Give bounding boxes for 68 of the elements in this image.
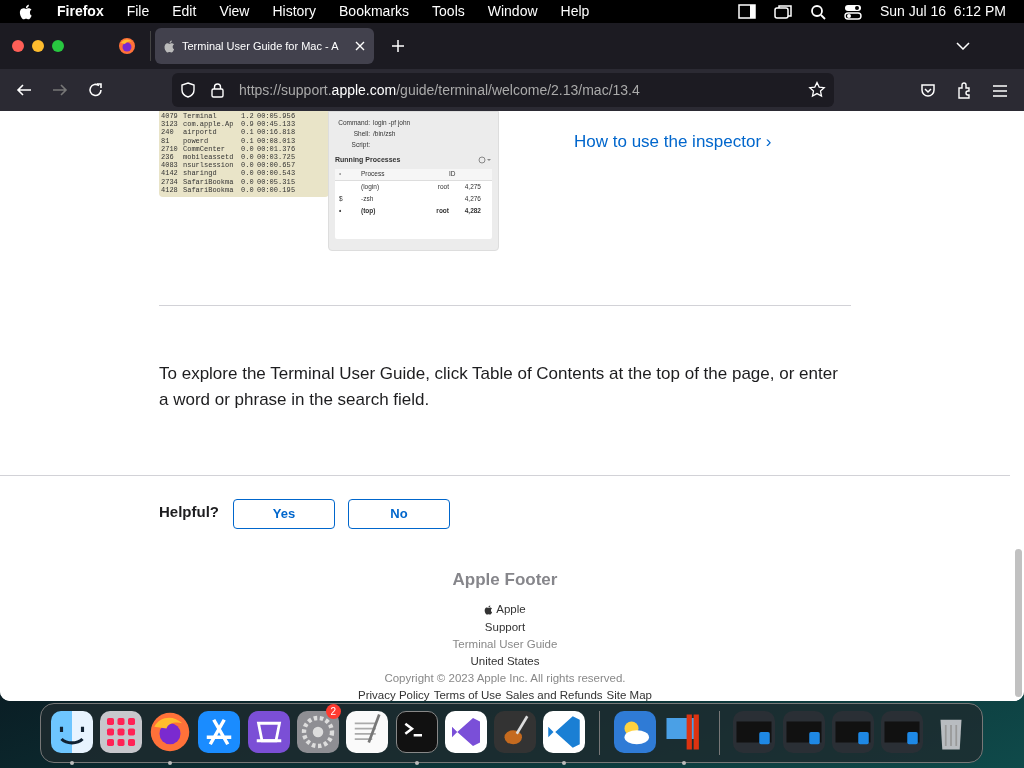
control-center-icon[interactable]: [843, 3, 862, 20]
notepad-icon[interactable]: [346, 711, 389, 753]
body-paragraph: To explore the Terminal User Guide, click Table of Contents at the top of the page, or enter a word or phrase in the search field.: [159, 363, 839, 411]
shield-icon[interactable]: [180, 82, 196, 98]
menu-clock: Sun Jul 16 6:12 PM: [879, 2, 1006, 21]
app-store-icon[interactable]: [198, 711, 241, 753]
close-window-button[interactable]: [12, 40, 24, 52]
scrollbar-thumb[interactable]: [1015, 549, 1022, 697]
breadcrumb-link[interactable]: Support: [484, 618, 526, 636]
menu-item[interactable]: Bookmarks: [339, 1, 410, 22]
apple-menu-icon[interactable]: [18, 3, 34, 20]
window-thumbnail[interactable]: [733, 711, 776, 753]
menu-item[interactable]: Window: [487, 1, 538, 22]
list-tabs-icon[interactable]: [956, 42, 970, 50]
search-icon[interactable]: [809, 3, 826, 20]
firefox-icon[interactable]: [149, 711, 192, 753]
minimize-window-button[interactable]: [32, 40, 44, 52]
apple-favicon-icon: [163, 39, 176, 53]
bookmark-star-icon[interactable]: [808, 81, 826, 99]
breadcrumb-link[interactable]: Apple: [484, 601, 526, 619]
menu-item[interactable]: Help: [560, 1, 590, 22]
browser-tab[interactable]: Terminal User Guide for Mac - A: [155, 28, 374, 64]
pocket-icon[interactable]: [920, 82, 936, 98]
tray-icon[interactable]: [247, 711, 290, 753]
forward-icon[interactable]: [52, 82, 68, 98]
guitar-icon[interactable]: [494, 711, 537, 753]
finder-icon[interactable]: [50, 711, 93, 753]
terminal-icon[interactable]: [395, 711, 438, 753]
helpful-label: Helpful?: [159, 501, 219, 522]
menu-item[interactable]: Firefox: [57, 1, 104, 22]
menu-icon[interactable]: [992, 82, 1007, 98]
menu-item[interactable]: View: [219, 1, 250, 22]
feedback-button[interactable]: Yes: [233, 499, 335, 529]
footer-link[interactable]: Site Map: [606, 686, 652, 701]
inspector-link[interactable]: How to use the inspector ›: [574, 129, 772, 155]
window-thumbnail[interactable]: [881, 711, 924, 753]
new-tab-icon[interactable]: [391, 39, 405, 53]
reload-icon[interactable]: [88, 82, 104, 98]
close-icon[interactable]: [354, 40, 366, 52]
breadcrumb-current: Terminal User Guide: [452, 636, 558, 652]
sidebar-icon[interactable]: [737, 3, 756, 20]
weather-icon[interactable]: [613, 711, 656, 753]
footer-link[interactable]: Privacy Policy: [358, 686, 430, 701]
menu-item[interactable]: File: [126, 1, 150, 22]
address-bar[interactable]: https://support.apple.com/guide/terminal/welcome/2.13/mac/13.4: [172, 73, 834, 107]
feedback-button[interactable]: No: [348, 499, 450, 529]
firefox-view-icon[interactable]: [118, 37, 136, 55]
extensions-icon[interactable]: [956, 81, 972, 99]
back-icon[interactable]: [16, 82, 32, 98]
footer-title: Apple Footer: [452, 569, 558, 591]
window-thumbnail[interactable]: [782, 711, 825, 753]
zoom-window-button[interactable]: [52, 40, 64, 52]
app-grid-icon[interactable]: [99, 711, 142, 753]
windows-icon[interactable]: [773, 3, 792, 20]
window-thumbnail[interactable]: [831, 711, 874, 753]
copyright-text: Copyright © 2023 Apple Inc. All rights reserved.: [384, 670, 626, 686]
menu-item[interactable]: Tools: [432, 1, 465, 22]
country-link[interactable]: United States: [470, 652, 540, 670]
menu-item[interactable]: Edit: [172, 1, 197, 22]
footer-link[interactable]: Terms of Use: [433, 686, 502, 701]
apple-logo-icon: [484, 605, 494, 615]
url-text: https://support.apple.com/guide/terminal/welcome/2.13/mac/13.4: [239, 80, 640, 100]
footer-link[interactable]: Sales and Refunds: [505, 686, 603, 701]
tab-title: Terminal User Guide for Mac - A: [182, 38, 340, 54]
code-editor-icon[interactable]: [543, 711, 586, 753]
lock-icon[interactable]: [210, 82, 225, 98]
menu-item[interactable]: History: [272, 1, 317, 22]
gear-menu-icon: [478, 156, 492, 165]
